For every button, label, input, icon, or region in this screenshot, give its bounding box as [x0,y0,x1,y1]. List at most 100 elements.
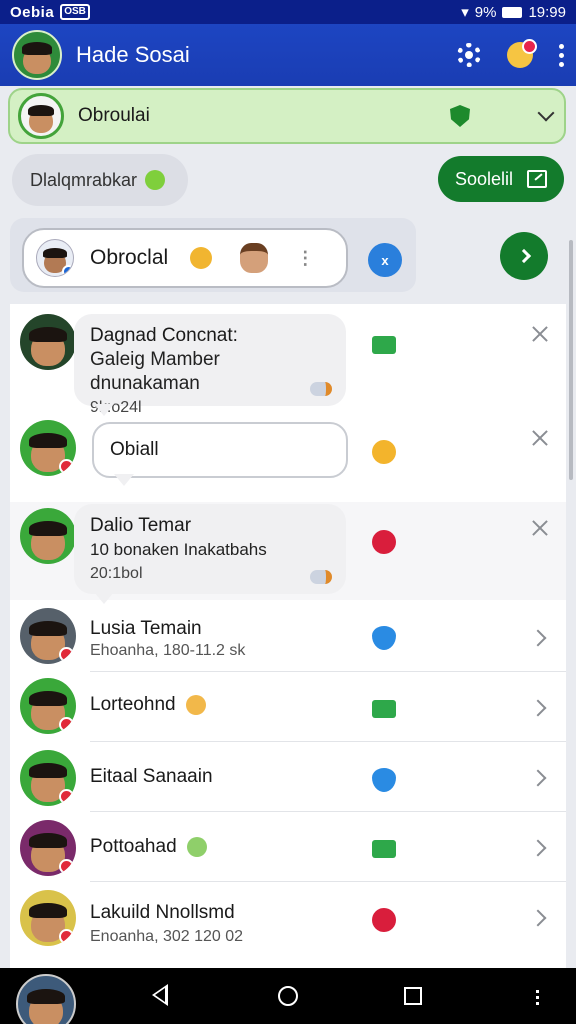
contact-subtitle: Enoanha, 302 120 02 [90,928,244,945]
conversation-title: Dagnad Concnat: [90,325,238,346]
chevron-right-icon[interactable] [529,699,547,717]
avatar [20,678,76,734]
status-bar: Oebia OSB ▾ 9% 19:99 [0,0,576,24]
close-icon[interactable] [530,324,550,344]
avatar [20,314,76,370]
read-receipt-icon [310,570,332,584]
group-avatar [18,93,64,139]
verified-badge-icon [62,265,73,276]
chevron-down-icon[interactable] [537,104,555,122]
settings-gear-icon[interactable] [457,43,481,67]
presence-badge-icon [59,647,74,662]
reaction-emoji-icon [372,440,396,464]
list-item[interactable]: Dagnad Concnat: Galeig Mamber dnunakaman… [10,304,566,416]
presence-badge-icon [59,859,74,874]
signal-text: 9% [474,3,497,21]
app-title: Hade Sosai [76,42,190,67]
back-icon[interactable] [152,984,168,1006]
send-button[interactable] [500,232,548,280]
message-status-icon [372,336,396,354]
more-stickers-icon[interactable]: ⋮ [296,248,314,269]
contact-name: Lorteohnd [90,694,206,716]
carrier-name: Oebia [10,3,55,21]
contact-subtitle: Ehoanha, 180-11.2 sk [90,642,246,659]
search-pill[interactable]: Dlalqmrabkar [12,154,188,206]
conversation-subtitle: Galeig Mamber dnunakaman [90,349,220,394]
avatar [20,420,76,476]
avatar [20,890,76,946]
recents-icon[interactable] [404,987,422,1005]
account-avatar[interactable] [16,974,76,1024]
conversation-list: Dagnad Concnat: Galeig Mamber dnunakaman… [10,304,566,968]
conversation-title: Obiall [110,439,159,460]
more-icon[interactable] [536,990,539,1005]
profile-avatar[interactable] [12,30,62,80]
compose-button[interactable]: Soolelil [438,156,564,202]
close-icon[interactable] [530,518,550,538]
list-item[interactable]: Lakuild Nnollsmd Enoanha, 302 120 02 [10,882,566,966]
translate-label: x [381,252,389,268]
message-status-icon [372,626,396,650]
group-selector[interactable]: Obroulai [8,88,566,144]
chevron-right-icon[interactable] [529,769,547,787]
contact-name: Lakuild Nnollsmd [90,902,235,923]
chevron-right-icon[interactable] [529,909,547,927]
compose-button-label: Soolelil [454,168,514,189]
composer-avatar [36,239,74,277]
read-receipt-icon [310,382,332,396]
smile-emoji-icon[interactable] [190,247,213,269]
message-bubble: Obiall [92,422,348,486]
search-pill-label: Dlalqmrabkar [30,169,138,190]
message-status-icon [372,530,396,554]
message-status-icon [372,768,396,792]
list-item[interactable]: Eitaal Sanaain [10,742,566,812]
battery-icon [502,6,523,18]
send-arrow-icon [516,248,532,264]
avatar [20,750,76,806]
presence-badge-icon [59,717,74,732]
home-icon[interactable] [278,986,298,1006]
message-composer[interactable]: Obroclal ⋮ [22,228,348,288]
composer-text: Obroclal [90,246,169,269]
sticker-icon[interactable] [240,243,269,273]
wifi-icon: ▾ [461,4,469,21]
presence-badge-icon [59,929,74,944]
list-item[interactable]: Obiall [10,414,566,504]
conversation-subtitle: 10 bonaken Inakatbahs [90,540,267,559]
contact-name: Lusia Temain [90,618,202,639]
avatar [20,508,76,564]
message-status-icon [372,840,396,858]
translate-button[interactable]: x [368,243,402,277]
avatar [20,820,76,876]
message-status-icon [372,908,396,932]
group-name: Obroulai [78,105,150,126]
notifications-emoji-icon[interactable] [507,39,537,68]
message-status-icon [372,700,396,718]
emoji-icon [185,694,206,715]
list-item[interactable]: Pottoahad [10,812,566,882]
presence-badge-icon [59,459,74,474]
chevron-right-icon[interactable] [529,629,547,647]
contact-name: Pottoahad [90,836,207,858]
shield-icon [450,105,470,127]
system-nav-bar [0,968,576,1024]
avatar [20,608,76,664]
contact-name: Eitaal Sanaain [90,766,213,787]
message-bubble: Dagnad Concnat: Galeig Mamber dnunakaman… [74,314,346,416]
presence-badge-icon [59,789,74,804]
conversation-title: Dalio Temar [90,515,192,536]
overflow-menu-icon[interactable] [559,43,564,67]
list-item[interactable]: Lusia Temain Ehoanha, 180-11.2 sk [10,602,566,672]
smile-emoji-icon [145,170,166,190]
emoji-icon [186,836,207,857]
conversation-time: 20:1bol [90,565,143,582]
scrollbar[interactable] [569,240,573,480]
message-bubble: Dalio Temar 10 bonaken Inakatbahs 20:1bo… [74,504,346,604]
list-item[interactable]: Dalio Temar 10 bonaken Inakatbahs 20:1bo… [10,502,566,604]
network-badge: OSB [60,4,90,20]
app-bar: Hade Sosai [0,24,576,86]
close-icon[interactable] [530,428,550,448]
chevron-right-icon[interactable] [529,839,547,857]
list-item[interactable]: Lorteohnd [10,672,566,742]
clock: 19:99 [528,3,566,21]
